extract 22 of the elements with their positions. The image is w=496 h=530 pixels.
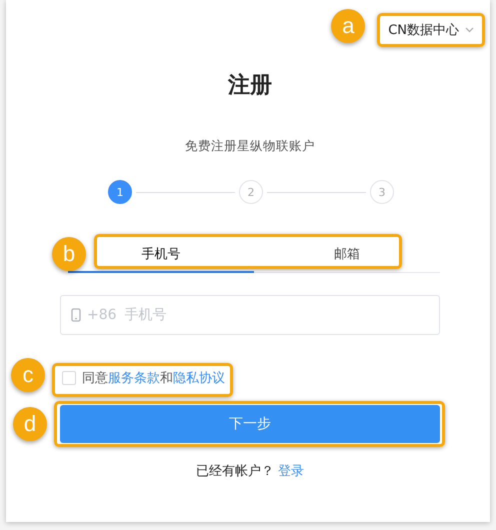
login-prompt: 已经有帐户？ 登录 bbox=[195, 463, 305, 481]
step-indicator: 3 bbox=[370, 180, 394, 204]
callout-badge: b bbox=[52, 237, 86, 271]
phone-icon bbox=[71, 308, 81, 322]
tab[interactable]: 手机号 bbox=[138, 243, 184, 265]
subtitle: 免费注册星纵物联账户 bbox=[184, 137, 316, 155]
callout-badge: d bbox=[13, 407, 47, 441]
login-link[interactable]: 登录 bbox=[278, 464, 304, 479]
agreement-link[interactable]: 服务条款 bbox=[108, 371, 160, 386]
callout-badge: a bbox=[331, 9, 366, 43]
chevron-down-icon bbox=[465, 27, 474, 33]
checkbox[interactable] bbox=[62, 371, 76, 385]
phone-field[interactable]: +86 手机号 bbox=[60, 295, 440, 335]
country-code: +86 bbox=[87, 307, 117, 323]
agreement-link[interactable]: 隐私协议 bbox=[173, 371, 225, 386]
page-title: 注册 bbox=[226, 72, 273, 100]
callout-badge: c bbox=[11, 358, 45, 392]
agreement-text: 同意服务条款和隐私协议 bbox=[82, 370, 225, 387]
step-indicator: 1 bbox=[108, 180, 132, 204]
tab[interactable]: 邮箱 bbox=[330, 243, 364, 265]
step-indicator: 2 bbox=[239, 180, 263, 204]
next-button[interactable]: 下一步 bbox=[60, 405, 440, 443]
